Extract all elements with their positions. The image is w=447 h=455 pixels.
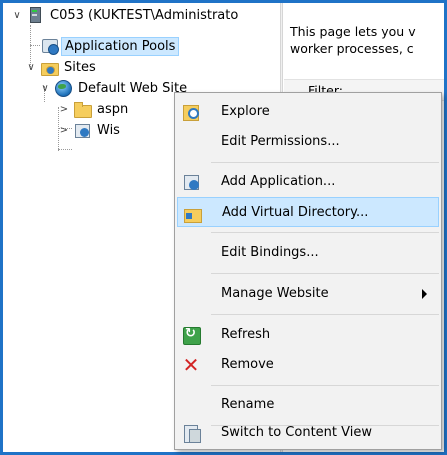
menu-item-label: Refresh [221,327,271,342]
remove-icon: ✕ [182,353,200,377]
page-description: This page lets you v worker processes, c [290,23,444,57]
collapse-toggle-icon[interactable]: ∨ [11,9,23,21]
tree-node-default-web-site[interactable]: ∨ Default Web Site [39,78,190,98]
add-virtual-directory-icon [182,203,202,223]
menu-item-edit-permissions[interactable]: Edit Permissions... [177,127,439,157]
menu-separator [211,162,439,163]
tree-node-aspnet-client[interactable]: > aspn [58,99,131,119]
menu-item-label: Rename [221,397,275,412]
server-icon [26,6,44,24]
menu-item-explore[interactable]: Explore [177,97,439,127]
globe-icon [54,79,72,97]
content-view-icon [181,423,201,443]
menu-item-label: Switch to Content View [221,425,372,440]
menu-item-label: Add Application... [221,174,336,189]
menu-item-edit-bindings[interactable]: Edit Bindings... [177,238,439,268]
menu-separator [211,273,439,274]
add-application-icon [181,172,201,192]
tree-node-label: aspn [97,101,129,117]
menu-item-label: Edit Permissions... [221,134,340,149]
explore-icon [181,102,201,122]
menu-item-manage-website[interactable]: Manage Website [177,279,439,309]
tree-node-server[interactable]: ∨ C053 (KUKTEST\Administrato [11,5,241,25]
tree-node-application-pools[interactable]: Application Pools [37,36,180,56]
menu-item-refresh[interactable]: Refresh [177,320,439,350]
tree-node-label: Application Pools [61,36,180,56]
refresh-icon [181,325,201,345]
expand-toggle-icon[interactable]: > [58,124,70,136]
submenu-arrow-icon [422,289,427,299]
application-pool-icon [40,37,59,55]
collapse-toggle-icon[interactable]: ∨ [39,82,51,94]
menu-item-label: Manage Website [221,286,329,301]
menu-item-label: Add Virtual Directory... [222,205,369,220]
menu-separator [211,314,439,315]
application-icon [73,121,91,139]
menu-separator [211,385,439,386]
menu-item-label: Explore [221,104,270,119]
menu-separator [211,232,439,233]
tree-node-label: C053 (KUKTEST\Administrato [50,7,239,23]
tree-node-label: Sites [64,59,96,75]
description-line: This page lets you v [290,24,416,39]
tree-node-application[interactable]: > Wis [58,120,123,140]
collapse-toggle-icon[interactable]: ∨ [25,61,37,73]
expand-toggle-icon[interactable]: > [58,103,70,115]
tree-node-sites[interactable]: ∨ Sites [25,57,99,77]
context-menu: Explore Edit Permissions... Add Applicat… [174,92,442,450]
menu-item-label: Edit Bindings... [221,245,319,260]
menu-item-rename[interactable]: Rename [177,390,439,420]
tree-node-label: Default Web Site [78,80,188,96]
menu-item-label: Remove [221,357,274,372]
menu-item-add-virtual-directory[interactable]: Add Virtual Directory... [177,197,439,227]
tree-node-label: Wis [97,122,120,138]
description-line: worker processes, c [290,41,414,56]
menu-item-switch-to-content-view[interactable]: Switch to Content View [177,418,439,448]
menu-item-remove[interactable]: ✕ Remove [177,350,439,380]
sites-folder-icon [40,58,59,76]
menu-item-add-application[interactable]: Add Application... [177,167,439,197]
folder-icon [73,100,92,118]
